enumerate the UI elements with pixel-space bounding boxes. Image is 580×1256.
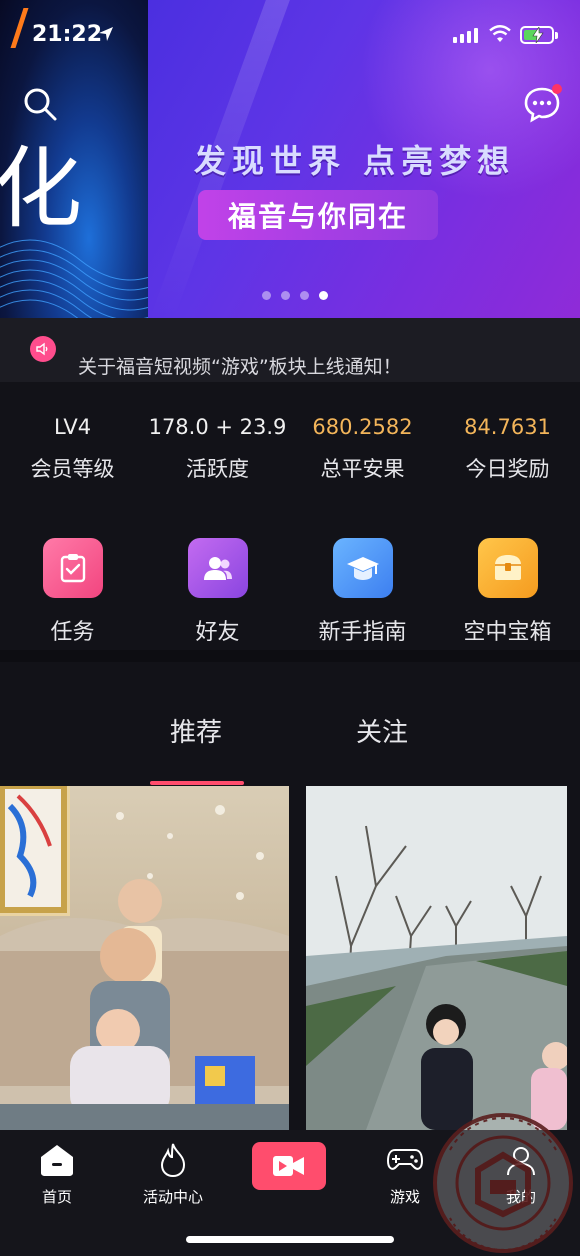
home-indicator [186, 1236, 394, 1243]
shortcut-label: 新手指南 [318, 620, 407, 645]
video-card[interactable] [306, 786, 567, 1130]
wifi-icon [489, 25, 511, 42]
video-feed [0, 786, 580, 1130]
shortcut-label: 好友 [195, 620, 240, 645]
banner-dot[interactable] [281, 291, 290, 300]
banner-tagline-pill: 福音与你同在 [198, 190, 438, 240]
feed-tabs: 推荐 关注 [0, 690, 580, 790]
shortcut-sky-treasure[interactable]: 空中宝箱 [435, 530, 580, 650]
clipboard-check-icon [42, 538, 103, 598]
wave-graphic [0, 239, 148, 318]
search-icon[interactable] [20, 84, 60, 124]
nav-label: 游戏 [389, 1188, 420, 1206]
video-camera-icon [273, 1156, 304, 1176]
unread-badge [552, 84, 562, 94]
battery-icon [520, 26, 558, 44]
active-tab-indicator [150, 781, 244, 785]
video-card[interactable] [0, 786, 289, 1130]
graduation-cap-icon [332, 538, 393, 598]
gamepad-icon [385, 1140, 425, 1180]
flame-icon [153, 1140, 193, 1180]
stat-value: 178.0 + 23.9 [148, 415, 287, 439]
cellular-signal-icon [453, 28, 478, 43]
stat-label: 会员等级 [30, 457, 115, 481]
stat-label: 活跃度 [186, 457, 249, 481]
stat-value: 680.2582 [312, 415, 413, 439]
banner-pagination[interactable] [262, 291, 328, 300]
stat-label: 今日奖励 [465, 457, 550, 481]
shortcut-friends[interactable]: 好友 [145, 530, 290, 650]
stat-value: 84.7631 [464, 415, 551, 439]
banner-headline: 发现世界 点亮梦想 [194, 142, 516, 180]
home-icon [37, 1140, 77, 1180]
banner-dot[interactable] [262, 291, 271, 300]
banner-dot-active[interactable] [319, 291, 328, 300]
shortcut-label: 任务 [50, 620, 95, 645]
record-video-button[interactable] [252, 1142, 326, 1190]
nav-label: 首页 [41, 1188, 72, 1206]
tab-follow[interactable]: 关注 [356, 712, 408, 749]
shortcut-beginner-guide[interactable]: 新手指南 [290, 530, 435, 650]
nav-label: 活动中心 [142, 1188, 203, 1206]
banner-dot[interactable] [300, 291, 309, 300]
hero-banner[interactable]: 化 发现世界 点亮梦想 福音与你同在 [0, 0, 580, 318]
user-stats: LV4 会员等级 178.0 + 23.9 活跃度 680.2582 总平安果 … [0, 395, 580, 515]
stat-today-reward[interactable]: 84.7631 今日奖励 [435, 395, 580, 515]
nav-activity-center[interactable]: 活动中心 [118, 1140, 228, 1207]
section-divider [0, 650, 580, 662]
announcement-text[interactable]: 关于福音短视频“游戏”板块上线通知！ [78, 352, 402, 379]
stat-value: LV4 [53, 415, 92, 439]
shortcut-tasks[interactable]: 任务 [0, 530, 145, 650]
watermark-seal [433, 1113, 573, 1253]
stat-member-level[interactable]: LV4 会员等级 [0, 395, 145, 515]
stat-label: 总平安果 [320, 457, 405, 481]
stat-activity[interactable]: 178.0 + 23.9 活跃度 [145, 395, 290, 515]
shortcut-label: 空中宝箱 [463, 620, 552, 645]
tab-recommend[interactable]: 推荐 [170, 712, 222, 749]
stat-total-fruit[interactable]: 680.2582 总平安果 [290, 395, 435, 515]
location-arrow-icon [99, 27, 113, 41]
shortcut-grid: 任务 好友 新手指南 空中宝箱 [0, 530, 580, 650]
nav-home[interactable]: 首页 [2, 1140, 112, 1207]
friends-icon [187, 538, 248, 598]
video-thumbnail-family [0, 786, 289, 1130]
banner-logo-fragment [0, 8, 29, 48]
speaker-icon [30, 336, 56, 362]
banner-previous-slide: 化 [0, 0, 148, 318]
video-thumbnail-park [306, 786, 567, 1130]
status-time: 21:22 [32, 22, 103, 47]
treasure-chest-icon [477, 538, 538, 598]
